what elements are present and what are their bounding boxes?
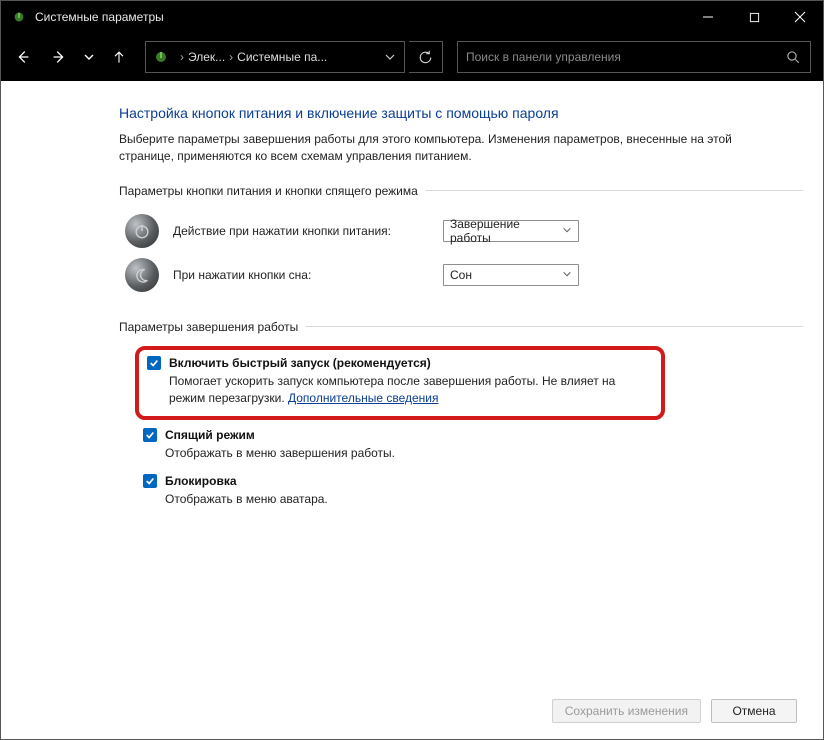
- breadcrumb-part-1[interactable]: Элек...: [188, 50, 225, 64]
- fast-startup-option: Включить быстрый запуск (рекомендуется) …: [135, 346, 665, 421]
- maximize-button[interactable]: [731, 1, 777, 33]
- footer-buttons: Сохранить изменения Отмена: [552, 699, 797, 723]
- cancel-button[interactable]: Отмена: [711, 699, 797, 723]
- search-bar[interactable]: [457, 41, 811, 73]
- sleep-option: Спящий режим Отображать в меню завершени…: [135, 424, 803, 470]
- address-bar[interactable]: › Элек... › Системные па...: [145, 41, 405, 73]
- sleep-checkbox[interactable]: [143, 428, 157, 442]
- lock-option-label: Блокировка: [165, 474, 237, 488]
- lock-option: Блокировка Отображать в меню аватара.: [135, 470, 803, 516]
- close-button[interactable]: [777, 1, 823, 33]
- select-value: Завершение работы: [450, 217, 562, 245]
- nav-bar: › Элек... › Системные па...: [1, 33, 823, 81]
- minimize-button[interactable]: [685, 1, 731, 33]
- window-title: Системные параметры: [35, 10, 685, 24]
- location-icon: [150, 46, 172, 68]
- breadcrumb-separator: ›: [180, 50, 184, 64]
- chevron-down-icon: [562, 268, 572, 282]
- fast-startup-label: Включить быстрый запуск (рекомендуется): [169, 356, 431, 370]
- address-dropdown-button[interactable]: [376, 42, 404, 72]
- content-pane: Настройка кнопок питания и включение защ…: [1, 81, 823, 739]
- nav-forward-button[interactable]: [43, 41, 75, 73]
- title-bar: Системные параметры: [1, 1, 823, 33]
- sleep-action-label: При нажатии кнопки сна:: [173, 268, 429, 282]
- app-icon: [11, 9, 27, 25]
- section-legend: Параметры кнопки питания и кнопки спящег…: [119, 184, 426, 198]
- sleep-button-action-row: При нажатии кнопки сна: Сон: [125, 258, 803, 292]
- chevron-down-icon: [562, 224, 572, 238]
- save-button[interactable]: Сохранить изменения: [552, 699, 701, 723]
- lock-option-description: Отображать в меню аватара.: [165, 491, 795, 508]
- power-icon: [125, 214, 159, 248]
- page-heading: Настройка кнопок питания и включение защ…: [119, 105, 803, 121]
- sleep-action-select[interactable]: Сон: [443, 264, 579, 286]
- power-action-select[interactable]: Завершение работы: [443, 220, 579, 242]
- power-button-action-row: Действие при нажатии кнопки питания: Зав…: [125, 214, 803, 248]
- select-value: Сон: [450, 268, 472, 282]
- sleep-option-label: Спящий режим: [165, 428, 255, 442]
- search-input[interactable]: [458, 50, 776, 64]
- fast-startup-checkbox[interactable]: [147, 356, 161, 370]
- nav-up-button[interactable]: [103, 41, 135, 73]
- nav-history-button[interactable]: [79, 41, 99, 73]
- search-icon[interactable]: [776, 42, 810, 72]
- breadcrumb-part-2[interactable]: Системные па...: [237, 50, 327, 64]
- power-action-label: Действие при нажатии кнопки питания:: [173, 224, 429, 238]
- nav-back-button[interactable]: [7, 41, 39, 73]
- window-frame: Системные параметры › Элек...: [0, 0, 824, 740]
- shutdown-options: Включить быстрый запуск (рекомендуется) …: [135, 346, 803, 516]
- lock-checkbox[interactable]: [143, 474, 157, 488]
- power-button-section: Параметры кнопки питания и кнопки спящег…: [119, 184, 803, 306]
- shutdown-settings-section: Параметры завершения работы Включить быс…: [119, 320, 803, 520]
- sleep-icon: [125, 258, 159, 292]
- more-info-link[interactable]: Дополнительные сведения: [288, 391, 438, 405]
- refresh-button[interactable]: [409, 41, 443, 73]
- fast-startup-description: Помогает ускорить запуск компьютера посл…: [169, 373, 651, 407]
- breadcrumb-separator: ›: [229, 50, 233, 64]
- page-intro: Выберите параметры завершения работы для…: [119, 131, 739, 166]
- sleep-option-description: Отображать в меню завершения работы.: [165, 445, 795, 462]
- section-legend: Параметры завершения работы: [119, 320, 306, 334]
